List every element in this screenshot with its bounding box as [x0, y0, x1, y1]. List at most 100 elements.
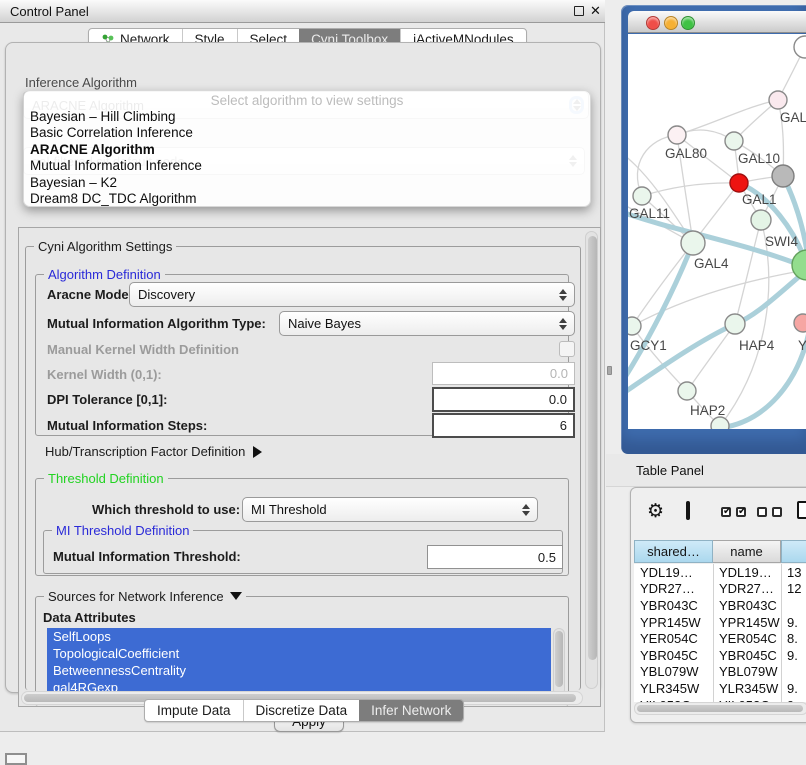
network-node[interactable] [678, 382, 696, 400]
tab-label: Impute Data [157, 703, 231, 718]
network-canvas[interactable]: GALGAL80GAL10GAL1GAL11SWI4GAL4GCY1HAP4YH… [628, 34, 806, 429]
zoom-traffic-light-icon[interactable] [681, 16, 695, 30]
table-cell[interactable]: 9. [781, 681, 806, 696]
table-cell[interactable]: YDR27… [713, 581, 781, 596]
tab-discretize-data[interactable]: Discretize Data [243, 700, 360, 721]
algorithm-option[interactable]: Bayesian – K2 [24, 175, 590, 191]
table-cell[interactable]: 9. [781, 615, 806, 630]
table-horizontal-scrollbar[interactable] [634, 702, 806, 715]
network-node[interactable] [792, 250, 806, 280]
table-cell[interactable]: 12 [781, 581, 806, 596]
table-cell[interactable]: 13 [781, 565, 806, 580]
algorithm-option[interactable]: Mutual Information Inference [24, 158, 590, 174]
kernel-width-label: Kernel Width (0,1): [47, 367, 162, 382]
tab-infer-network[interactable]: Infer Network [359, 700, 463, 721]
network-node[interactable] [794, 36, 806, 58]
algorithm-option[interactable]: Dream8 DC_TDC Algorithm [24, 191, 590, 207]
chevron-updown-icon [521, 504, 530, 516]
table-cell[interactable]: YBR045C [634, 648, 713, 663]
mi-threshold-field[interactable]: 0.5 [427, 545, 563, 569]
network-node[interactable] [711, 417, 729, 429]
column-header-name[interactable]: name [713, 540, 781, 563]
checked-checkbox-icon[interactable] [721, 507, 731, 517]
network-node[interactable] [628, 317, 641, 335]
gear-icon[interactable]: ⚙ [647, 502, 664, 521]
collapse-arrow-icon [230, 592, 242, 600]
split-pane-handle[interactable] [607, 366, 612, 375]
unchecked-checkbox-icon[interactable] [772, 507, 782, 517]
column-header-shared[interactable]: shared… [634, 540, 713, 563]
algorithm-option[interactable]: Basic Correlation Inference [24, 125, 590, 141]
close-icon[interactable]: ✕ [590, 3, 601, 19]
network-node[interactable] [730, 174, 748, 192]
network-node-label: GCY1 [630, 338, 667, 353]
which-threshold-combo[interactable]: MI Threshold [242, 497, 538, 522]
table-panel: ⚙ shared… name YDL19…YDL19…13YDR27…YDR27… [630, 487, 806, 723]
minimized-panel-chip[interactable] [5, 753, 27, 765]
hub-definition-toggle[interactable]: Hub/Transcription Factor Definition [45, 444, 262, 459]
network-node[interactable] [681, 231, 705, 255]
mi-type-value: Naive Bayes [288, 316, 361, 331]
unchecked-checkbox-icon[interactable] [757, 507, 767, 517]
network-node[interactable] [725, 132, 743, 150]
table-cell[interactable]: YPR145W [634, 615, 713, 630]
sources-toggle[interactable]: Sources for Network Inference [44, 589, 246, 604]
mi-algorithm-type-combo[interactable]: Naive Bayes [279, 311, 575, 336]
algorithm-option[interactable]: ARACNE Algorithm [24, 142, 590, 158]
network-edge[interactable] [735, 220, 761, 324]
network-node[interactable] [769, 91, 787, 109]
table-cell[interactable]: YPR145W [713, 615, 781, 630]
network-node[interactable] [772, 165, 794, 187]
attribute-list-item[interactable]: SelfLoops [47, 628, 551, 645]
table-cell[interactable]: YLR345W [634, 681, 713, 696]
dpi-tolerance-field[interactable]: 0.0 [432, 387, 575, 412]
table-cell[interactable]: YBR043C [634, 598, 713, 613]
network-node[interactable] [668, 126, 686, 144]
network-node-label: GAL80 [665, 146, 707, 161]
table-cell[interactable]: YBL079W [634, 664, 713, 679]
algorithm-dropdown-popup: Select algorithm to view settings Bayesi… [23, 90, 591, 207]
settings-vertical-scrollbar[interactable] [585, 231, 598, 689]
network-node[interactable] [725, 314, 745, 334]
new-table-icon[interactable] [797, 501, 806, 519]
tab-impute-data[interactable]: Impute Data [145, 700, 243, 721]
attribute-list-scrollbar[interactable] [553, 628, 565, 696]
column-separator [781, 564, 782, 702]
mi-steps-field[interactable]: 6 [432, 413, 575, 438]
network-window-titlebar [628, 11, 806, 33]
table-cell[interactable]: YDL19… [713, 565, 781, 580]
manual-kernel-checkbox[interactable] [559, 341, 575, 357]
table-cell[interactable]: YBR045C [713, 648, 781, 663]
table-cell[interactable]: YER054C [713, 631, 781, 646]
column-header[interactable] [781, 540, 806, 563]
checked-checkbox-icon[interactable] [736, 507, 746, 517]
minimize-traffic-light-icon[interactable] [664, 16, 678, 30]
close-traffic-light-icon[interactable] [646, 16, 660, 30]
table-cell[interactable]: YDL19… [634, 565, 713, 580]
network-node[interactable] [633, 187, 651, 205]
columns-icon[interactable] [686, 501, 690, 520]
table-cell[interactable]: 8. [781, 631, 806, 646]
network-edge[interactable] [677, 100, 778, 135]
table-body: YDL19…YDL19…13YDR27…YDR27…12YBR043CYBR04… [634, 564, 806, 702]
scrollbar-thumb[interactable] [637, 705, 803, 712]
network-node[interactable] [794, 314, 806, 332]
dpi-tolerance-label: DPI Tolerance [0,1]: [47, 392, 167, 407]
attribute-list-item[interactable]: TopologicalCoefficient [47, 645, 551, 662]
float-window-icon[interactable] [574, 6, 584, 16]
aracne-mode-combo[interactable]: Discovery [129, 282, 575, 307]
kernel-width-field[interactable]: 0.0 [432, 362, 575, 385]
scrollbar-thumb[interactable] [588, 236, 597, 660]
mi-type-label: Mutual Information Algorithm Type: [47, 316, 266, 331]
table-cell[interactable]: YBR043C [713, 598, 781, 613]
table-cell[interactable]: YBL079W [713, 664, 781, 679]
table-cell[interactable]: 9. [781, 648, 806, 663]
cyni-toolbox-panel: Inference Algorithm ARACNE Algorithm gal… [5, 42, 601, 693]
table-cell[interactable]: YDR27… [634, 581, 713, 596]
attribute-list-item[interactable]: BetweennessCentrality [47, 662, 551, 679]
network-node[interactable] [751, 210, 771, 230]
algorithm-option[interactable]: Bayesian – Hill Climbing [24, 109, 590, 125]
scrollbar-thumb[interactable] [555, 631, 563, 687]
table-cell[interactable]: YLR345W [713, 681, 781, 696]
table-cell[interactable]: YER054C [634, 631, 713, 646]
